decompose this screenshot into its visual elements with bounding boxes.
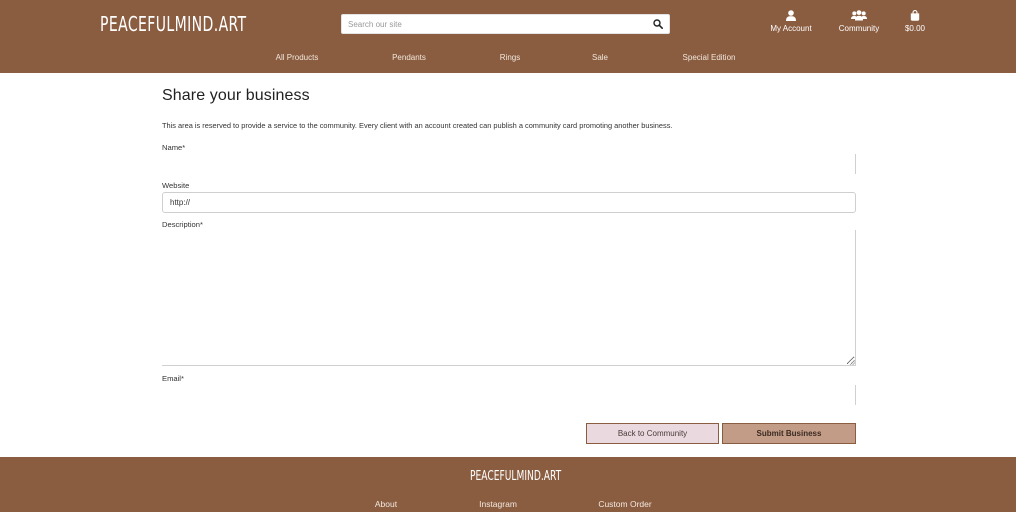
footer-link-instagram[interactable]: Instagram — [479, 499, 517, 509]
resize-grip-icon[interactable] — [849, 359, 855, 365]
footer-logo[interactable]: PEACEFULMIND.ART — [470, 469, 561, 484]
site-header: PEACEFULMIND.ART My Account Community — [0, 0, 1016, 73]
name-input[interactable] — [162, 154, 856, 174]
nav-pendants[interactable]: Pendants — [392, 53, 426, 62]
main-nav: All Products Pendants Rings Sale Special… — [0, 53, 1016, 67]
community-link[interactable]: Community — [833, 10, 885, 33]
community-label: Community — [838, 24, 880, 33]
my-account-label: My Account — [770, 24, 812, 33]
site-footer: PEACEFULMIND.ART About Instagram Custom … — [0, 457, 1016, 512]
page-title: Share your business — [162, 87, 310, 104]
submit-business-button[interactable]: Submit Business — [722, 423, 856, 444]
shopping-bag-link[interactable]: $0.00 — [900, 10, 930, 33]
nav-special-edition[interactable]: Special Edition — [683, 53, 736, 62]
back-to-community-button[interactable]: Back to Community — [586, 423, 719, 444]
description-textarea[interactable] — [162, 230, 856, 366]
my-account-link[interactable]: My Account — [764, 10, 818, 33]
footer-link-about[interactable]: About — [375, 499, 397, 509]
users-icon — [851, 10, 867, 21]
nav-rings[interactable]: Rings — [500, 53, 520, 62]
nav-sale[interactable]: Sale — [592, 53, 608, 62]
user-icon — [786, 10, 796, 21]
name-label: Name* — [162, 143, 186, 152]
description-label: Description* — [162, 220, 203, 229]
search-bar[interactable] — [341, 14, 670, 34]
email-input[interactable] — [162, 385, 856, 405]
intro-text: This area is reserved to provide a servi… — [162, 121, 673, 130]
email-label: Email* — [162, 374, 184, 383]
nav-all-products[interactable]: All Products — [276, 53, 319, 62]
footer-link-custom-order[interactable]: Custom Order — [598, 499, 651, 509]
shopping-bag-icon — [910, 10, 920, 21]
website-label: Website — [162, 181, 190, 190]
search-icon[interactable] — [653, 19, 663, 29]
bag-total: $0.00 — [904, 24, 926, 33]
search-input[interactable] — [348, 17, 638, 32]
site-logo[interactable]: PEACEFULMIND.ART — [100, 12, 247, 36]
website-input[interactable] — [162, 192, 856, 213]
